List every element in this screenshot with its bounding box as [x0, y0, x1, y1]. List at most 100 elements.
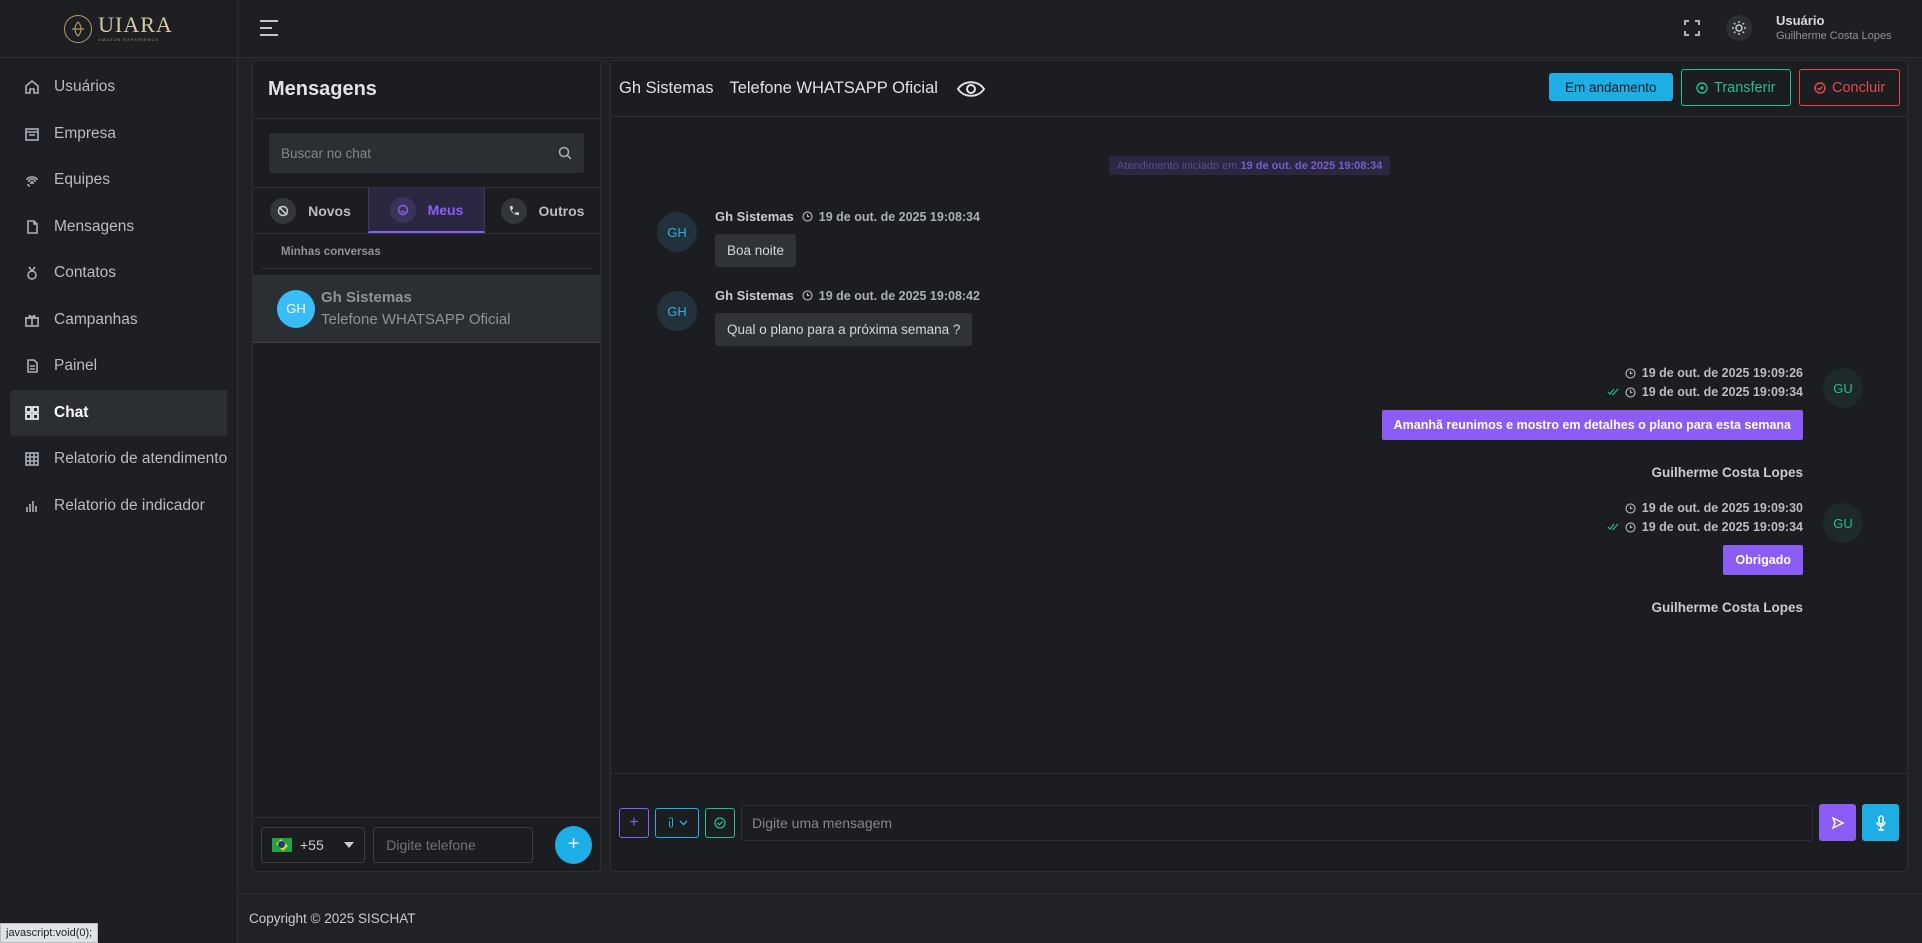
sidebar-item-label: Mensagens [54, 217, 135, 235]
fullscreen-icon[interactable] [1684, 20, 1700, 36]
tab-label: Meus [427, 201, 464, 218]
tab-meus[interactable]: Meus [368, 188, 485, 233]
chat-search-input[interactable] [281, 145, 558, 161]
clock-slash-icon [270, 197, 297, 224]
check-circle-icon [1814, 81, 1826, 94]
sidebar-item-contatos[interactable]: Contatos [0, 250, 237, 297]
sent-time: 19 de out. de 2025 19:09:26 [1625, 366, 1803, 380]
browser-status-bar: javascript:void(0); [0, 923, 99, 943]
sidebar-item-label: Chat [54, 403, 89, 421]
sender-name: Gh Sistemas [715, 288, 794, 303]
sent-time: 19 de out. de 2025 19:09:30 [1625, 501, 1803, 515]
transfer-icon [1696, 81, 1708, 94]
sidebar-item-label: Equipes [54, 171, 111, 189]
microphone-button[interactable] [1862, 804, 1899, 841]
quick-reply-button[interactable] [705, 807, 735, 838]
read-time-value: 19 de out. de 2025 19:09:34 [1641, 385, 1803, 399]
logo-subtext: AMAZON EXPERIENCE [98, 36, 160, 42]
sidebar-item-label: Relatorio de indicador [54, 496, 205, 514]
table-icon [25, 452, 39, 467]
finish-button[interactable]: Concluir [1799, 69, 1901, 106]
theme-toggle-icon[interactable] [1726, 15, 1752, 41]
medal-icon [27, 266, 37, 281]
conversation-name: Gh Sistemas [321, 289, 412, 306]
outgoing-message: Obrigado [1723, 545, 1803, 575]
building-icon [25, 127, 39, 141]
menu-toggle-icon[interactable] [260, 20, 278, 36]
chat-search-box [269, 133, 584, 173]
avatar: GH [657, 212, 697, 252]
send-icon [1831, 815, 1845, 830]
sidebar-item-empresa[interactable]: Empresa [0, 111, 237, 158]
paperclip-icon [668, 817, 673, 827]
sidebar-item-campanhas[interactable]: Campanhas [0, 297, 237, 344]
tab-label: Novos [308, 202, 351, 219]
brazil-flag-icon [272, 837, 292, 852]
country-code-select[interactable]: +55 [261, 826, 366, 863]
attach-file-button[interactable] [655, 807, 699, 838]
outgoing-message: Amanhã reunimos e mostro em detalhes o p… [1381, 410, 1803, 440]
message-time-value: 19 de out. de 2025 19:08:34 [818, 209, 980, 224]
avatar: GH [657, 291, 697, 331]
sidebar-item-usuarios[interactable]: Usuários [0, 64, 237, 111]
microphone-icon [1875, 814, 1886, 831]
outgoing-author: Guilherme Costa Lopes [1651, 600, 1803, 615]
phone-input[interactable] [373, 826, 534, 863]
clock-icon [1625, 521, 1636, 533]
check-circle-icon [714, 816, 726, 829]
sidebar-item-relatorio-atendimento[interactable]: Relatorio de atendimento [0, 436, 237, 483]
country-code-value: +55 [300, 836, 324, 853]
message-sender: Gh Sistemas 19 de out. de 2025 19:08:34 [715, 209, 980, 224]
copyright-text: Copyright © 2025 SISCHAT [249, 911, 416, 926]
sidebar-item-painel[interactable]: Painel [0, 343, 237, 390]
incoming-message: Qual o plano para a próxima semana ? [715, 313, 973, 346]
transfer-label: Transferir [1714, 79, 1776, 96]
section-label: Minhas conversas [261, 234, 592, 269]
search-icon[interactable] [558, 146, 572, 160]
sent-time-value: 19 de out. de 2025 19:09:26 [1641, 366, 1803, 380]
message-time: 19 de out. de 2025 19:08:42 [802, 289, 980, 303]
avatar: GH [277, 289, 315, 328]
sender-name: Gh Sistemas [715, 209, 794, 224]
status-badge[interactable]: Em andamento [1549, 73, 1673, 101]
tab-outros[interactable]: Outros [485, 188, 600, 233]
eye-icon[interactable] [956, 79, 986, 99]
home-icon [25, 80, 39, 95]
sidebar-item-equipes[interactable]: Equipes [0, 157, 237, 204]
bar-chart-icon [26, 500, 37, 512]
top-bar: Usuário Guilherme Costa Lopes [238, 0, 1922, 58]
message-input[interactable] [741, 804, 1813, 841]
chat-contact-name: Gh Sistemas [619, 79, 714, 97]
message-time-value: 19 de out. de 2025 19:08:42 [818, 288, 980, 303]
read-time: 19 de out. de 2025 19:09:34 [1607, 385, 1803, 399]
double-check-icon [1607, 388, 1619, 396]
chat-panel: Gh Sistemas Telefone WHATSAPP Oficial Em… [610, 60, 1908, 872]
user-menu[interactable]: Usuário Guilherme Costa Lopes [1776, 13, 1892, 42]
sidebar-item-relatorio-indicador[interactable]: Relatorio de indicador [0, 483, 237, 530]
message-thread: Atendimento iniciado em 19 de out. de 20… [611, 117, 1907, 774]
document-icon [27, 359, 38, 374]
messages-panel: Mensagens Novos Meus Outros Minhas conve… [252, 60, 601, 872]
send-button[interactable] [1819, 804, 1856, 841]
sidebar-item-label: Campanhas [54, 310, 138, 328]
sidebar-item-mensagens[interactable]: Mensagens [0, 204, 237, 251]
chat-search [253, 119, 600, 188]
clock-icon [1625, 386, 1636, 398]
new-contact-dialer: +55 + [253, 817, 600, 871]
avatar: GU [1823, 368, 1863, 408]
tab-label: Outros [538, 202, 585, 219]
conversation-channel: Telefone WHATSAPP Oficial [321, 311, 511, 328]
sent-time-value: 19 de out. de 2025 19:09:30 [1641, 501, 1803, 515]
logo-text: UIARA [98, 11, 173, 37]
conversation-tabs: Novos Meus Outros [253, 188, 600, 234]
sidebar-item-chat[interactable]: Chat [10, 389, 227, 436]
session-started-note: Atendimento iniciado em 19 de out. de 20… [1109, 156, 1391, 175]
tab-novos[interactable]: Novos [253, 188, 368, 233]
add-conversation-button[interactable]: + [555, 825, 592, 864]
brand-logo[interactable]: UIARA AMAZON EXPERIENCE [0, 0, 237, 58]
transfer-button[interactable]: Transferir [1681, 69, 1791, 106]
add-attachment-button[interactable]: + [619, 807, 649, 838]
sidebar-item-label: Painel [54, 357, 98, 375]
conversation-item[interactable]: GH Gh Sistemas Telefone WHATSAPP Oficial [253, 275, 600, 343]
clock-icon [802, 290, 813, 301]
